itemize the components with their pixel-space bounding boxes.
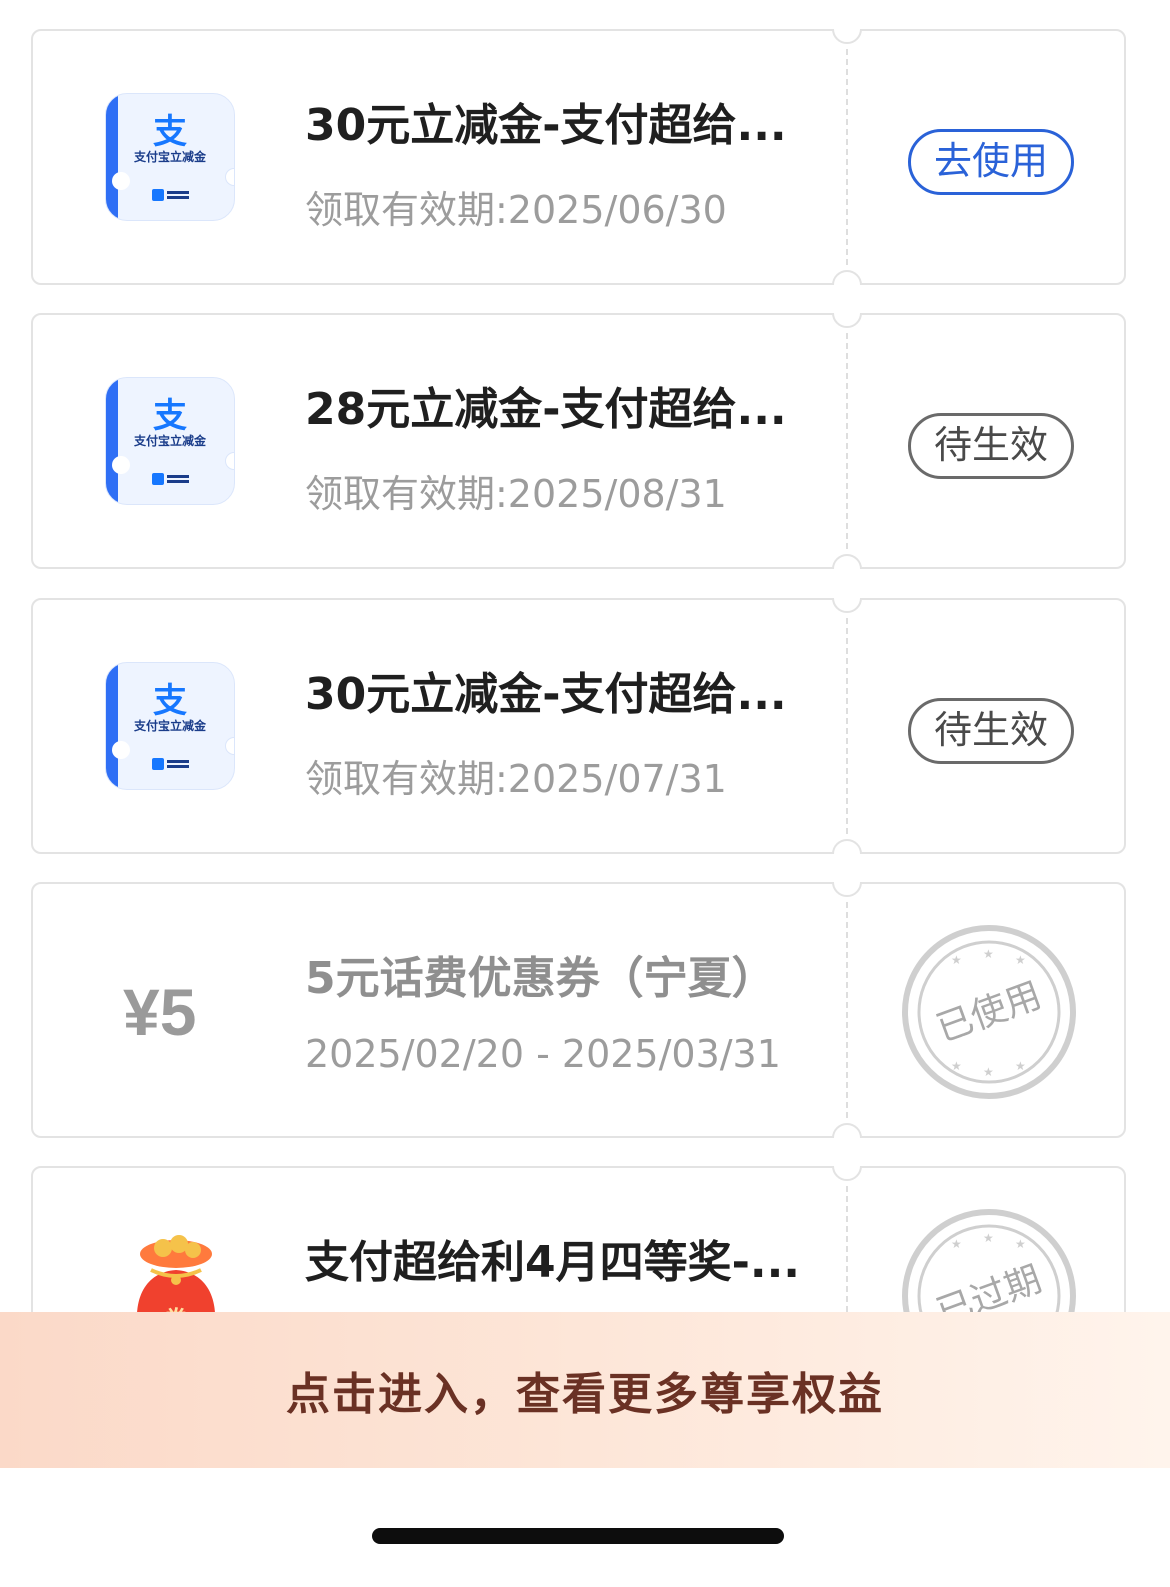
svg-text:★: ★	[983, 947, 994, 961]
dashed-divider	[846, 902, 848, 1118]
svg-text:★: ★	[951, 1237, 962, 1251]
ticket-notch	[830, 12, 864, 44]
dashed-divider	[846, 618, 848, 834]
coupon-card[interactable]: ¥5 5元话费优惠券（宁夏） 2025/02/20 - 2025/03/31 ★…	[31, 865, 1126, 1155]
coupon-title: 30元立减金-支付超给...	[305, 100, 787, 151]
more-benefits-banner[interactable]: 点击进入，查看更多尊享权益	[0, 1312, 1170, 1468]
alipay-mini-logo-icon	[152, 472, 192, 486]
svg-text:★: ★	[1015, 1059, 1026, 1073]
alipay-mini-logo-icon	[152, 188, 192, 202]
coupon-title: 支付超给利4月四等奖-...	[305, 1237, 801, 1288]
alipay-logo-char: 支	[153, 681, 187, 721]
pending-status-badge: 待生效	[908, 698, 1074, 764]
card-label: 支付宝立减金	[133, 434, 206, 448]
dashed-divider	[846, 49, 848, 265]
svg-text:★: ★	[1015, 1237, 1026, 1251]
alipay-mini-logo-icon	[152, 757, 192, 771]
coupon-validity: 2025/02/20 - 2025/03/31	[305, 1032, 781, 1076]
ticket-notch	[830, 581, 864, 613]
coupon-validity: 领取有效期:2025/08/31	[305, 472, 727, 516]
alipay-logo-char: 支	[153, 396, 187, 436]
coupon-title: 30元立减金-支付超给...	[305, 669, 787, 720]
use-now-button[interactable]: 去使用	[908, 129, 1074, 195]
stamp-label: 已使用	[931, 975, 1047, 1050]
dashed-divider	[846, 333, 848, 549]
ticket-notch	[830, 865, 864, 897]
svg-text:★: ★	[983, 1231, 994, 1245]
alipay-logo-char: 支	[153, 112, 187, 152]
svg-text:★: ★	[951, 953, 962, 967]
home-indicator[interactable]	[372, 1528, 784, 1544]
card-label: 支付宝立减金	[133, 719, 206, 733]
banner-label: 点击进入，查看更多尊享权益	[286, 1369, 884, 1420]
svg-text:★: ★	[951, 1059, 962, 1073]
svg-text:★: ★	[1015, 953, 1026, 967]
svg-text:★: ★	[983, 1065, 994, 1079]
coupon-validity: 领取有效期:2025/07/31	[305, 757, 727, 801]
coupon-title: 28元立减金-支付超给...	[305, 384, 787, 435]
coupon-card[interactable]: 支 支付宝立减金 30元立减金-支付超给... 领取有效期:2025/06/30…	[31, 12, 1126, 302]
coupon-amount: ¥5	[123, 975, 197, 1049]
pending-status-badge: 待生效	[908, 413, 1074, 479]
ticket-notch	[830, 554, 864, 586]
used-stamp-icon: ★ ★ ★ ★ ★ ★ 已使用	[902, 925, 1076, 1099]
card-label: 支付宝立减金	[133, 150, 206, 164]
coupon-card[interactable]: 支 支付宝立减金 28元立减金-支付超给... 领取有效期:2025/08/31…	[31, 296, 1126, 586]
ticket-notch	[830, 296, 864, 328]
coupon-title: 5元话费优惠券（宁夏）	[305, 953, 776, 1004]
alipay-discount-card-icon: 支 支付宝立减金	[105, 662, 235, 790]
alipay-discount-card-icon: 支 支付宝立减金	[105, 377, 235, 505]
alipay-discount-card-icon: 支 支付宝立减金	[105, 93, 235, 221]
coupon-validity: 领取有效期:2025/06/30	[305, 188, 727, 232]
ticket-notch	[830, 1149, 864, 1181]
coupon-card[interactable]: 支 支付宝立减金 30元立减金-支付超给... 领取有效期:2025/07/31…	[31, 581, 1126, 871]
